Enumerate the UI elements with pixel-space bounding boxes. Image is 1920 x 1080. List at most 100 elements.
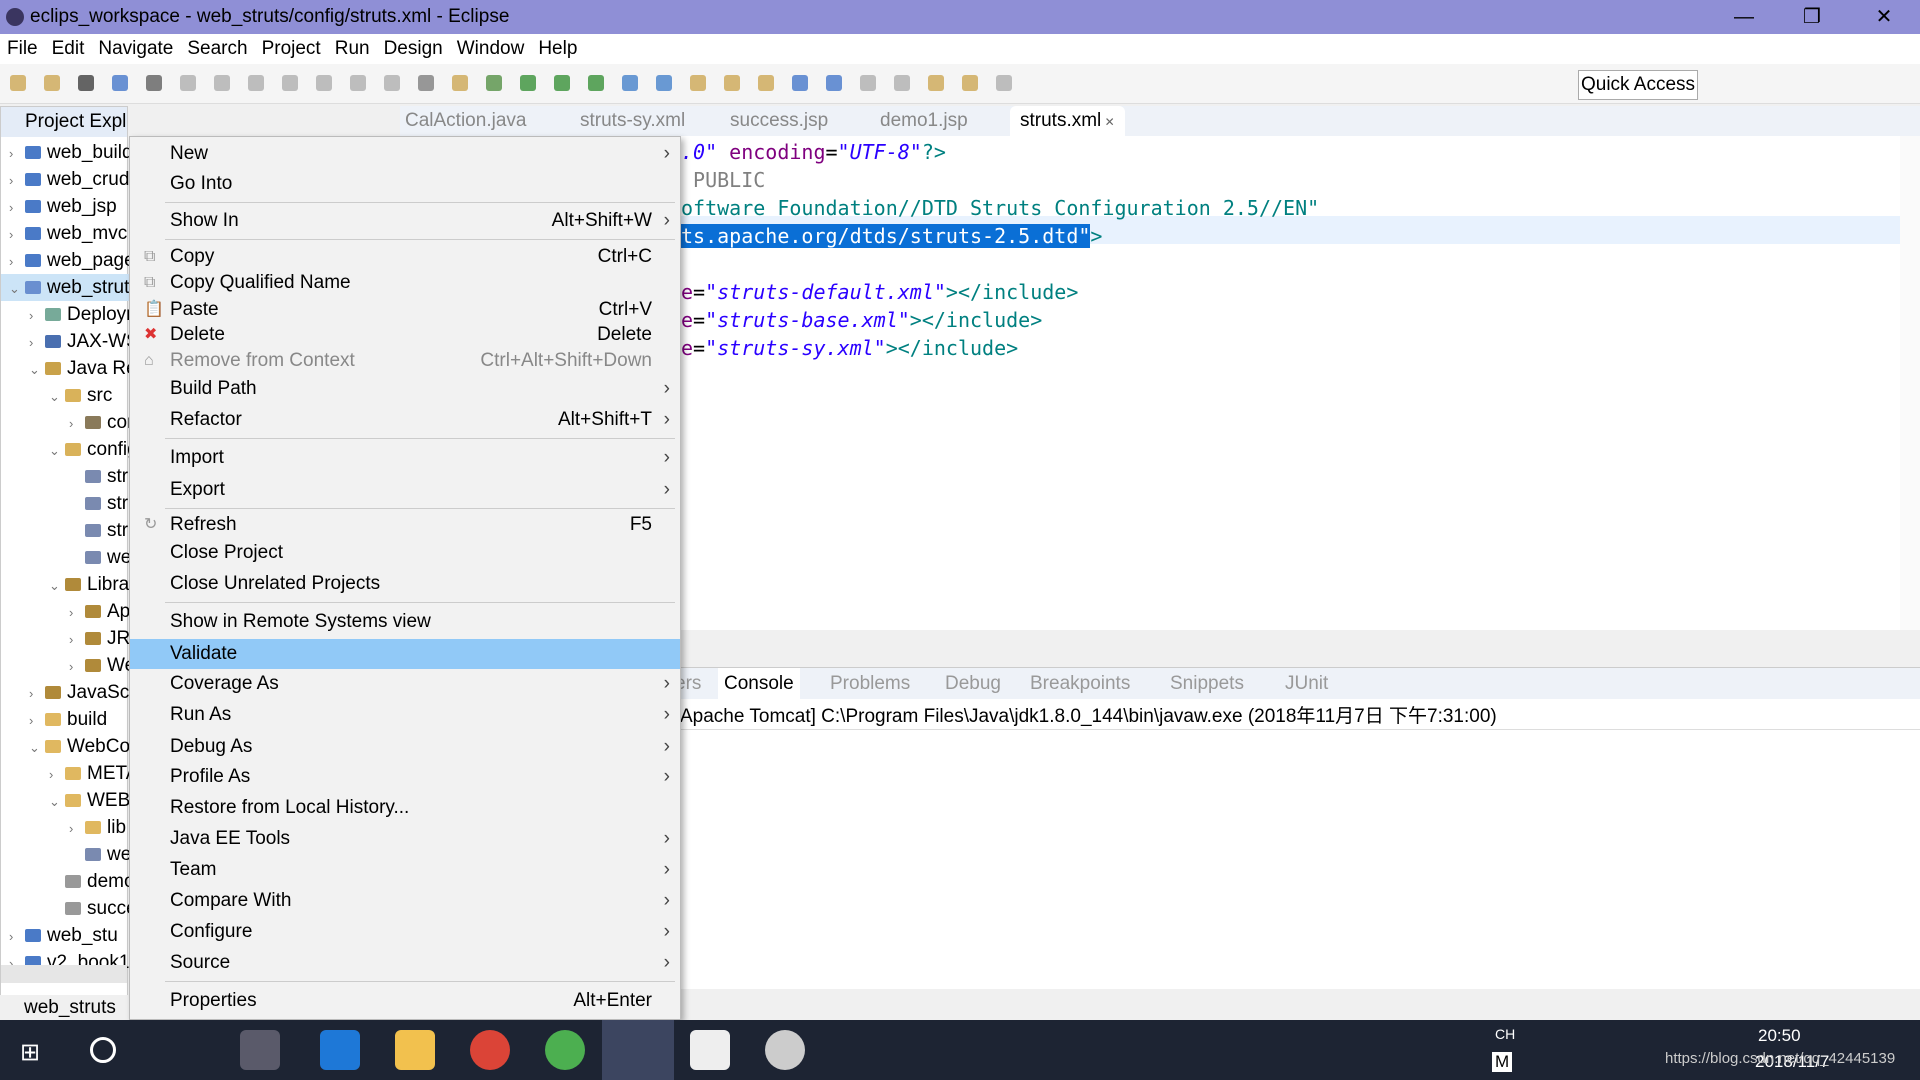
toolbar-button-icon[interactable] xyxy=(758,75,774,91)
menu-item-debug-as[interactable]: Debug As › xyxy=(130,732,680,762)
expand-toggle-icon[interactable]: › xyxy=(29,707,43,734)
restore-button[interactable]: ❐ xyxy=(1784,0,1840,34)
eclipse-task-icon[interactable] xyxy=(602,1020,674,1080)
tree-item[interactable]: › web_crud xyxy=(1,166,129,193)
toolbar-button-icon[interactable] xyxy=(860,75,876,91)
expand-toggle-icon[interactable]: › xyxy=(69,626,83,653)
language-indicator[interactable]: CH xyxy=(1495,1026,1515,1042)
menu-edit[interactable]: Edit xyxy=(45,38,92,59)
ime-indicator[interactable]: M xyxy=(1492,1052,1513,1072)
menu-navigate[interactable]: Navigate xyxy=(91,38,180,59)
toolbar-button-icon[interactable] xyxy=(894,75,910,91)
edge-icon[interactable] xyxy=(320,1030,360,1070)
expand-toggle-icon[interactable]: ⌄ xyxy=(29,356,43,383)
editor-tab[interactable]: demo1.jsp xyxy=(880,106,968,136)
menu-item-go-into[interactable]: Go Into xyxy=(130,169,680,199)
project-explorer-tab[interactable]: Project Explorer ✕ xyxy=(1,107,127,137)
toolbar-button-icon[interactable] xyxy=(112,75,128,91)
menu-item-configure[interactable]: Configure › xyxy=(130,917,680,947)
expand-toggle-icon[interactable]: ⌄ xyxy=(9,275,23,302)
expand-toggle-icon[interactable]: ⌄ xyxy=(49,437,63,464)
windows-start-icon[interactable]: ⊞ xyxy=(20,1038,40,1067)
toolbar-button-icon[interactable] xyxy=(248,75,264,91)
toolbar-button-icon[interactable] xyxy=(180,75,196,91)
expand-toggle-icon[interactable]: › xyxy=(29,680,43,707)
menu-search[interactable]: Search xyxy=(180,38,254,59)
horizontal-scrollbar[interactable] xyxy=(1,965,127,983)
menu-design[interactable]: Design xyxy=(377,38,450,59)
toolbar-button-icon[interactable] xyxy=(316,75,332,91)
toolbar-button-icon[interactable] xyxy=(588,75,604,91)
close-button[interactable]: ✕ xyxy=(1856,0,1912,34)
console-tab-junit[interactable]: JUnit xyxy=(1285,668,1328,700)
browser-icon[interactable] xyxy=(545,1030,585,1070)
menu-item-show-in-remote-systems-view[interactable]: Show in Remote Systems view xyxy=(130,607,680,637)
menu-item-run-as[interactable]: Run As › xyxy=(130,700,680,730)
menu-item-new[interactable]: New › xyxy=(130,139,680,169)
menu-item-source[interactable]: Source › xyxy=(130,948,680,978)
toolbar-button-icon[interactable] xyxy=(622,75,638,91)
toolbar-button-icon[interactable] xyxy=(520,75,536,91)
toolbar-button-icon[interactable] xyxy=(928,75,944,91)
toolbar-button-icon[interactable] xyxy=(826,75,842,91)
media-icon[interactable] xyxy=(690,1030,730,1070)
toolbar-button-icon[interactable] xyxy=(792,75,808,91)
toolbar-button-icon[interactable] xyxy=(554,75,570,91)
chrome-icon[interactable] xyxy=(470,1030,510,1070)
expand-toggle-icon[interactable]: › xyxy=(29,329,43,356)
tree-item[interactable]: ⌄ config xyxy=(1,436,138,463)
menu-item-close-unrelated-projects[interactable]: Close Unrelated Projects xyxy=(130,569,680,599)
expand-toggle-icon[interactable]: ⌄ xyxy=(49,383,63,410)
expand-toggle-icon[interactable]: › xyxy=(9,194,23,221)
toolbar-button-icon[interactable] xyxy=(384,75,400,91)
editor-tab[interactable]: success.jsp xyxy=(730,106,828,136)
expand-toggle-icon[interactable]: ⌄ xyxy=(49,572,63,599)
menu-item-restore-from-local-history[interactable]: Restore from Local History... xyxy=(130,793,680,823)
file-explorer-icon[interactable] xyxy=(395,1030,435,1070)
console-tab-breakpoints[interactable]: Breakpoints xyxy=(1030,668,1130,700)
menu-item-properties[interactable]: Properties Alt+Enter xyxy=(130,986,680,1016)
toolbar-button-icon[interactable] xyxy=(962,75,978,91)
menu-item-coverage-as[interactable]: Coverage As › xyxy=(130,669,680,699)
toolbar-button-icon[interactable] xyxy=(282,75,298,91)
toolbar-button-icon[interactable] xyxy=(146,75,162,91)
console-tab-console[interactable]: Console xyxy=(718,668,800,700)
menu-item-build-path[interactable]: Build Path › xyxy=(130,374,680,404)
menu-item-import[interactable]: Import › xyxy=(130,443,680,473)
menu-item-export[interactable]: Export › xyxy=(130,475,680,505)
clock-time[interactable]: 20:50 xyxy=(1758,1026,1801,1046)
menu-file[interactable]: File xyxy=(0,38,45,59)
expand-toggle-icon[interactable]: › xyxy=(69,410,83,437)
toolbar-button-icon[interactable] xyxy=(724,75,740,91)
menu-item-show-in[interactable]: Show In Alt+Shift+W › xyxy=(130,206,680,236)
toolbar-button-icon[interactable] xyxy=(10,75,26,91)
close-icon[interactable]: ✕ xyxy=(1101,115,1115,129)
menu-item-profile-as[interactable]: Profile As › xyxy=(130,762,680,792)
expand-toggle-icon[interactable]: › xyxy=(69,599,83,626)
expand-toggle-icon[interactable]: › xyxy=(49,761,63,788)
quick-access-input[interactable]: Quick Access xyxy=(1578,70,1698,100)
tree-item[interactable]: › com xyxy=(1,409,143,436)
toolbar-button-icon[interactable] xyxy=(214,75,230,91)
expand-toggle-icon[interactable]: › xyxy=(69,653,83,680)
expand-toggle-icon[interactable]: › xyxy=(9,923,23,950)
menu-project[interactable]: Project xyxy=(255,38,328,59)
tree-item[interactable]: ⌄ web_struts xyxy=(1,274,139,302)
menu-item-compare-with[interactable]: Compare With › xyxy=(130,886,680,916)
menu-help[interactable]: Help xyxy=(531,38,584,59)
menu-item-copy-qualified-name[interactable]: ⧉ Copy Qualified Name xyxy=(130,268,680,298)
toolbar-button-icon[interactable] xyxy=(78,75,94,91)
expand-toggle-icon[interactable]: › xyxy=(9,140,23,167)
menu-item-validate[interactable]: Validate xyxy=(130,639,680,669)
toolbar-button-icon[interactable] xyxy=(690,75,706,91)
expand-toggle-icon[interactable]: › xyxy=(69,815,83,842)
tree-item[interactable]: › web_stu xyxy=(1,922,118,949)
toolbar-button-icon[interactable] xyxy=(418,75,434,91)
toolbar-button-icon[interactable] xyxy=(44,75,60,91)
tree-item[interactable]: › web_page xyxy=(1,247,135,274)
editor-tab[interactable]: CalAction.java xyxy=(405,106,526,136)
editor-tab[interactable]: struts-sy.xml xyxy=(580,106,685,136)
console-tab-problems[interactable]: Problems xyxy=(830,668,910,700)
expand-toggle-icon[interactable]: ⌄ xyxy=(49,788,63,815)
menu-item-team[interactable]: Team › xyxy=(130,855,680,885)
